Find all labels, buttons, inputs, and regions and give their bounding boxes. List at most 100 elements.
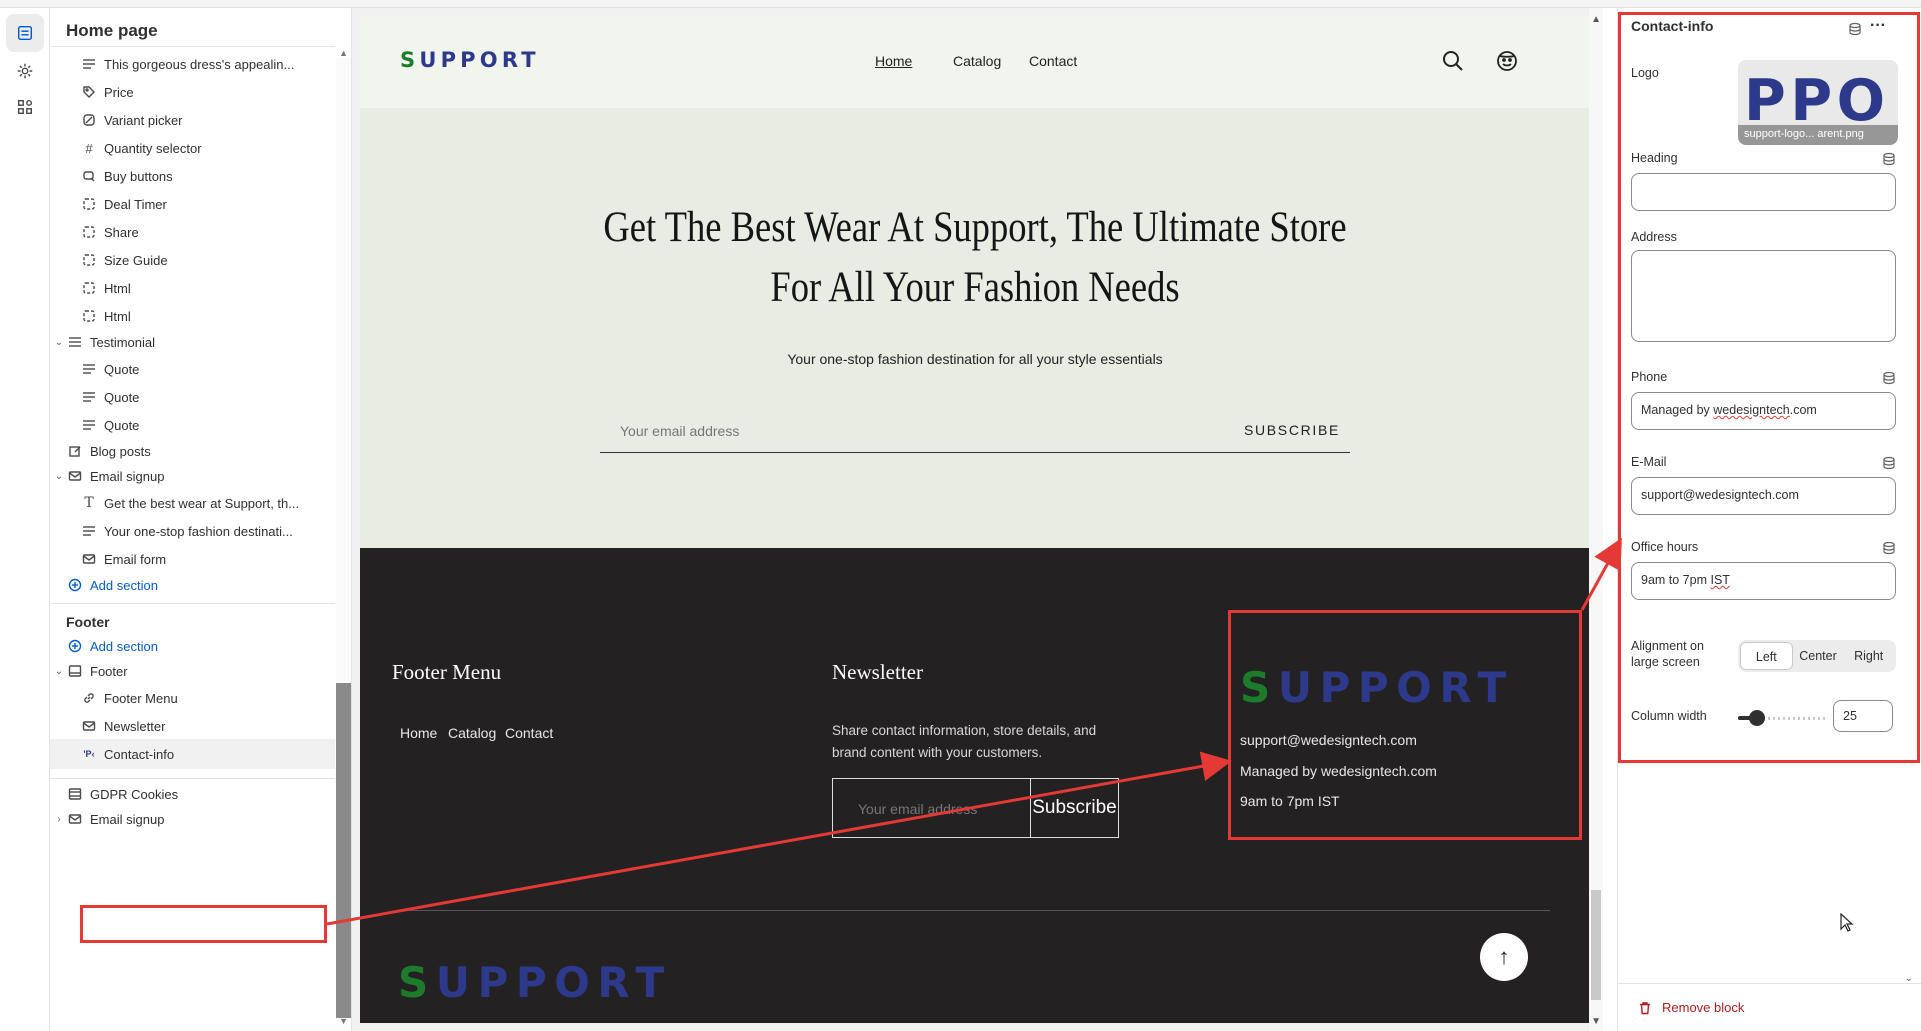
apps-icon[interactable] bbox=[6, 88, 44, 126]
scroll-down-icon[interactable]: ▼ bbox=[339, 1016, 348, 1026]
tree-item-quantity-selector[interactable]: # Quantity selector bbox=[50, 133, 335, 163]
tree-item-label: Share bbox=[104, 224, 139, 240]
section-tree-sidebar: Home page ▲ ▼ This gorgeous dress's appe… bbox=[50, 8, 352, 1031]
nav-link-home[interactable]: Home bbox=[875, 53, 912, 69]
tree-item-label: Html bbox=[104, 280, 131, 296]
heading-icon: T bbox=[84, 495, 94, 511]
scroll-down-icon[interactable]: ▼ bbox=[1591, 1016, 1601, 1027]
newsletter-text: Share contact information, store details… bbox=[832, 723, 1097, 760]
remove-block-button[interactable]: Remove block bbox=[1638, 1000, 1744, 1015]
footer-link-home[interactable]: Home bbox=[400, 725, 437, 741]
hero-email-field[interactable]: Your email address SUBSCRIBE bbox=[600, 408, 1350, 453]
chevron-down-icon[interactable]: ⌄ bbox=[52, 337, 66, 348]
annotation-box-panel bbox=[1618, 12, 1920, 763]
tree-item-label: Your one-stop fashion destinati... bbox=[104, 523, 293, 539]
footer-group-label: Footer bbox=[66, 614, 110, 630]
subscribe-button[interactable]: SUBSCRIBE bbox=[1244, 422, 1340, 438]
tree-item-contact-info[interactable]: 'P​‹ Contact-info bbox=[50, 739, 335, 769]
tree-item-size-guide[interactable]: Size Guide bbox=[50, 245, 335, 275]
canvas-scrollbar[interactable] bbox=[1589, 8, 1603, 1031]
tree-item-testimonial[interactable]: ⌄ Testimonial bbox=[50, 327, 335, 357]
sections-icon[interactable] bbox=[6, 14, 44, 52]
hash-icon: # bbox=[85, 140, 93, 156]
theme-editor: Home page ▲ ▼ This gorgeous dress's appe… bbox=[0, 0, 1921, 1031]
newsletter-email-field[interactable]: Your email address Subscribe bbox=[832, 778, 1119, 838]
search-icon[interactable] bbox=[1440, 48, 1466, 74]
tree-item-quote[interactable]: Quote bbox=[50, 354, 335, 384]
trash-icon bbox=[1640, 1001, 1650, 1014]
price-tag-icon bbox=[80, 83, 98, 101]
tree-item-buy-buttons[interactable]: Buy buttons bbox=[50, 161, 335, 191]
tree-item-description[interactable]: This gorgeous dress's appealin... bbox=[50, 49, 335, 79]
tree-item-label: Size Guide bbox=[104, 252, 168, 268]
tree-item-variant-picker[interactable]: Variant picker bbox=[50, 105, 335, 135]
tree-item-footer-menu[interactable]: Footer Menu bbox=[50, 683, 335, 713]
hero-subtitle: Your one-stop fashion destination for al… bbox=[787, 351, 1163, 367]
preview-canvas: SUPPORT Home Catalog Contact Get The Bes… bbox=[352, 8, 1603, 1031]
tree-item-html[interactable]: Html bbox=[50, 273, 335, 303]
top-bar bbox=[0, 0, 1921, 8]
canvas-scrollbar-thumb[interactable] bbox=[1591, 890, 1601, 1000]
add-section-button[interactable]: Add section bbox=[50, 570, 335, 600]
mail-icon bbox=[80, 550, 98, 568]
chevron-down-icon[interactable]: ⌄ bbox=[52, 471, 66, 482]
footer-icon bbox=[66, 662, 84, 680]
hero-heading: Get The Best Wear At Support, The Ultima… bbox=[603, 204, 1347, 311]
tree-item-quote[interactable]: Quote bbox=[50, 382, 335, 412]
link-icon bbox=[80, 689, 98, 707]
footer-menu-heading: Footer Menu bbox=[392, 660, 502, 684]
dashed-square-icon bbox=[80, 223, 98, 241]
newsletter-subscribe-button[interactable]: Subscribe bbox=[1030, 778, 1119, 838]
divider bbox=[50, 603, 335, 604]
testimonial-icon bbox=[66, 333, 84, 351]
tree-item-share[interactable]: Share bbox=[50, 217, 335, 247]
tree-item-heading[interactable]: T Get the best wear at Support, th... bbox=[50, 488, 335, 518]
footer-link-contact[interactable]: Contact bbox=[505, 725, 553, 741]
mail-icon bbox=[80, 717, 98, 735]
newsletter-heading: Newsletter bbox=[832, 660, 923, 684]
nav-link-catalog[interactable]: Catalog bbox=[953, 53, 1001, 69]
section-icon bbox=[66, 785, 84, 803]
dashed-square-icon bbox=[80, 195, 98, 213]
chevron-right-icon[interactable]: › bbox=[52, 814, 66, 825]
tree-item-label: Html bbox=[104, 308, 131, 324]
dashed-square-icon bbox=[80, 251, 98, 269]
footer-bottom-logo[interactable]: SUPPORT bbox=[398, 958, 672, 1007]
page-title: Home page bbox=[66, 21, 158, 40]
account-icon[interactable] bbox=[1494, 48, 1520, 74]
dashed-square-icon bbox=[80, 307, 98, 325]
tree-item-email-signup[interactable]: ⌄ Email signup bbox=[50, 461, 335, 491]
nav-link-contact[interactable]: Contact bbox=[1029, 53, 1077, 69]
scroll-up-icon[interactable]: ▲ bbox=[1591, 14, 1601, 25]
tree-item-label: Footer bbox=[90, 663, 128, 679]
store-logo[interactable]: SUPPORT bbox=[400, 48, 540, 72]
tree-item-label: Footer Menu bbox=[104, 690, 178, 706]
back-to-top-button[interactable]: ↑ bbox=[1480, 933, 1528, 981]
chevron-down-icon[interactable]: ⌄ bbox=[52, 666, 66, 677]
tree-item-newsletter[interactable]: Newsletter bbox=[50, 711, 335, 741]
icon-rail bbox=[0, 8, 50, 1031]
plus-circle-icon bbox=[66, 576, 84, 594]
tree-item-price[interactable]: Price bbox=[50, 77, 335, 107]
sidebar-scrollbar-thumb[interactable] bbox=[336, 683, 351, 1018]
tree-item-label: GDPR Cookies bbox=[90, 786, 179, 802]
settings-gear-icon[interactable] bbox=[6, 52, 44, 90]
tree-item-label: Contact-info bbox=[104, 746, 175, 762]
dashed-square-icon bbox=[80, 279, 98, 297]
store-preview: SUPPORT Home Catalog Contact Get The Bes… bbox=[360, 16, 1590, 1023]
tree-item-label: Buy buttons bbox=[104, 168, 173, 184]
tree-item-label: Testimonial bbox=[90, 334, 156, 350]
tree-item-text[interactable]: Your one-stop fashion destinati... bbox=[50, 516, 335, 546]
tree-item-deal-timer[interactable]: Deal Timer bbox=[50, 189, 335, 219]
edit-icon bbox=[66, 442, 84, 460]
tree-item-label: Quote bbox=[104, 389, 140, 405]
footer-link-catalog[interactable]: Catalog bbox=[448, 725, 496, 741]
logo-icon: 'P​‹ bbox=[83, 749, 95, 759]
tree-item-footer[interactable]: ⌄ Footer bbox=[50, 656, 335, 686]
text-lines-icon bbox=[80, 388, 98, 406]
tree-item-label: This gorgeous dress's appealin... bbox=[104, 56, 295, 72]
text-lines-icon bbox=[80, 416, 98, 434]
scroll-up-icon[interactable]: ▲ bbox=[339, 48, 348, 58]
tree-item-email-signup[interactable]: › Email signup bbox=[50, 804, 335, 834]
tree-item-label: Blog posts bbox=[90, 443, 151, 459]
